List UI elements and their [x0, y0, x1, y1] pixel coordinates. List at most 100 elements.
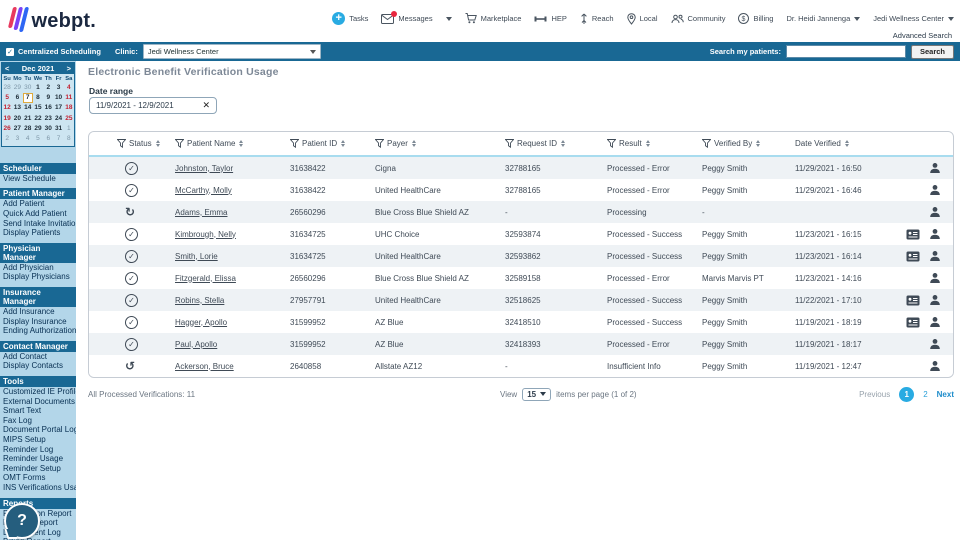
- calendar-day[interactable]: 3: [53, 83, 63, 93]
- calendar-day[interactable]: 2: [43, 83, 53, 93]
- calendar-day[interactable]: 17: [53, 103, 63, 113]
- calendar-day[interactable]: 11: [64, 93, 74, 103]
- sidebar-item-display-insurance[interactable]: Display Insurance: [0, 317, 76, 327]
- calendar-day[interactable]: 5: [33, 134, 43, 144]
- benefit-card-icon[interactable]: [906, 317, 920, 328]
- sidebar-item-ins-verifications-usage[interactable]: INS Verifications Usage: [0, 483, 76, 493]
- benefit-card-icon[interactable]: [906, 229, 920, 240]
- calendar-day-selected[interactable]: 7: [23, 93, 33, 103]
- calendar-day[interactable]: 4: [64, 83, 74, 93]
- advanced-search-link[interactable]: Advanced Search: [893, 31, 952, 40]
- previous-page-button[interactable]: Previous: [859, 390, 890, 399]
- filter-icon[interactable]: [375, 139, 384, 148]
- centralized-scheduling-checkbox[interactable]: ✓: [6, 48, 14, 56]
- sort-icon[interactable]: [845, 140, 849, 148]
- nav-messages[interactable]: Messages: [381, 14, 432, 24]
- calendar-day[interactable]: 27: [12, 124, 22, 134]
- sidebar-item-display-patients[interactable]: Display Patients: [0, 228, 76, 238]
- calendar-day[interactable]: 24: [53, 114, 63, 124]
- column-header-verified-by[interactable]: Verified By: [702, 139, 795, 148]
- sidebar-item-document-portal-log[interactable]: Document Portal Log: [0, 425, 76, 435]
- patient-chart-icon[interactable]: [929, 206, 941, 218]
- filter-icon[interactable]: [290, 139, 299, 148]
- patient-chart-icon[interactable]: [929, 184, 941, 196]
- patient-chart-icon[interactable]: [929, 316, 941, 328]
- calendar-day[interactable]: 7: [53, 134, 63, 144]
- calendar-day[interactable]: 6: [43, 134, 53, 144]
- sidebar-item-fax-log[interactable]: Fax Log: [0, 416, 76, 426]
- sidebar-item-reminder-setup[interactable]: Reminder Setup: [0, 464, 76, 474]
- calendar-day[interactable]: 29: [33, 124, 43, 134]
- filter-icon[interactable]: [702, 139, 711, 148]
- calendar-day[interactable]: 1: [33, 83, 43, 93]
- sort-icon[interactable]: [412, 140, 416, 148]
- calendar-day[interactable]: 6: [12, 93, 22, 103]
- nav-marketplace[interactable]: Marketplace: [465, 13, 522, 24]
- column-header-patient-id[interactable]: Patient ID: [290, 139, 375, 148]
- benefit-card-icon[interactable]: [906, 251, 920, 262]
- calendar-day[interactable]: 15: [33, 103, 43, 113]
- calendar-day[interactable]: 31: [53, 124, 63, 134]
- calendar-day[interactable]: 5: [2, 93, 12, 103]
- benefit-card-icon[interactable]: [906, 295, 920, 306]
- nav-billing[interactable]: $ Billing: [738, 13, 773, 24]
- calendar-day[interactable]: 8: [64, 134, 74, 144]
- calendar-day[interactable]: 1: [64, 124, 74, 134]
- patient-name-link[interactable]: Paul, Apollo: [175, 340, 217, 349]
- sidebar-item-reminder-log[interactable]: Reminder Log: [0, 445, 76, 455]
- nav-hep[interactable]: HEP: [534, 14, 566, 23]
- sidebar-item-send-intake-invitation[interactable]: Send Intake Invitation: [0, 219, 76, 229]
- patient-chart-icon[interactable]: [929, 360, 941, 372]
- calendar-day[interactable]: 2: [2, 134, 12, 144]
- patient-search-input[interactable]: [786, 45, 906, 58]
- page-2-button[interactable]: 2: [923, 390, 927, 399]
- calendar-day[interactable]: 12: [2, 103, 12, 113]
- next-page-button[interactable]: Next: [937, 390, 954, 399]
- clinic-menu[interactable]: Jedi Wellness Center: [873, 14, 954, 23]
- sidebar-item-view-schedule[interactable]: View Schedule: [0, 174, 76, 184]
- column-header-patient-name[interactable]: Patient Name: [175, 139, 290, 148]
- sort-icon[interactable]: [239, 140, 243, 148]
- filter-icon[interactable]: [175, 139, 184, 148]
- calendar-day[interactable]: 9: [43, 93, 53, 103]
- current-page-button[interactable]: 1: [899, 387, 914, 402]
- sort-icon[interactable]: [341, 140, 345, 148]
- patient-chart-icon[interactable]: [929, 338, 941, 350]
- sidebar-item-add-physician[interactable]: Add Physician: [0, 263, 76, 273]
- patient-name-link[interactable]: McCarthy, Molly: [175, 186, 232, 195]
- sort-icon[interactable]: [156, 140, 160, 148]
- sidebar-item-display-physicians[interactable]: Display Physicians: [0, 272, 76, 282]
- patient-chart-icon[interactable]: [929, 228, 941, 240]
- column-header-date-verified[interactable]: Date Verified: [795, 139, 905, 148]
- calendar-day[interactable]: 21: [23, 114, 33, 124]
- column-header-payer[interactable]: Payer: [375, 139, 505, 148]
- calendar-day[interactable]: 25: [64, 114, 74, 124]
- calendar-day[interactable]: 30: [23, 83, 33, 93]
- patient-name-link[interactable]: Ackerson, Bruce: [175, 362, 234, 371]
- calendar-day[interactable]: 26: [2, 124, 12, 134]
- patient-name-link[interactable]: Smith, Lorie: [175, 252, 218, 261]
- sidebar-item-quick-add-patient[interactable]: Quick Add Patient: [0, 209, 76, 219]
- column-header-status[interactable]: Status: [89, 139, 175, 148]
- calendar-day[interactable]: 23: [43, 114, 53, 124]
- patient-name-link[interactable]: Adams, Emma: [175, 208, 227, 217]
- search-button[interactable]: Search: [911, 45, 954, 59]
- page-size-select[interactable]: 15: [522, 388, 551, 401]
- user-menu[interactable]: Dr. Heidi Jannenga: [786, 14, 860, 23]
- patient-chart-icon[interactable]: [929, 162, 941, 174]
- patient-chart-icon[interactable]: [929, 272, 941, 284]
- calendar-day[interactable]: 28: [2, 83, 12, 93]
- calendar-day[interactable]: 19: [2, 114, 12, 124]
- calendar-day[interactable]: 22: [33, 114, 43, 124]
- clear-date-icon[interactable]: ✕: [202, 101, 210, 110]
- nav-community[interactable]: Community: [671, 14, 726, 24]
- calendar-day[interactable]: 4: [23, 134, 33, 144]
- calendar-day[interactable]: 13: [12, 103, 22, 113]
- filter-icon[interactable]: [117, 139, 126, 148]
- patient-name-link[interactable]: Fitzgerald, Elissa: [175, 274, 236, 283]
- webpt-logo[interactable]: webpt.: [10, 7, 96, 32]
- calendar-day[interactable]: 3: [12, 134, 22, 144]
- sidebar-item-reminder-usage[interactable]: Reminder Usage: [0, 454, 76, 464]
- sidebar-item-ending-authorizations[interactable]: Ending Authorizations: [0, 326, 76, 336]
- calendar-day[interactable]: 29: [12, 83, 22, 93]
